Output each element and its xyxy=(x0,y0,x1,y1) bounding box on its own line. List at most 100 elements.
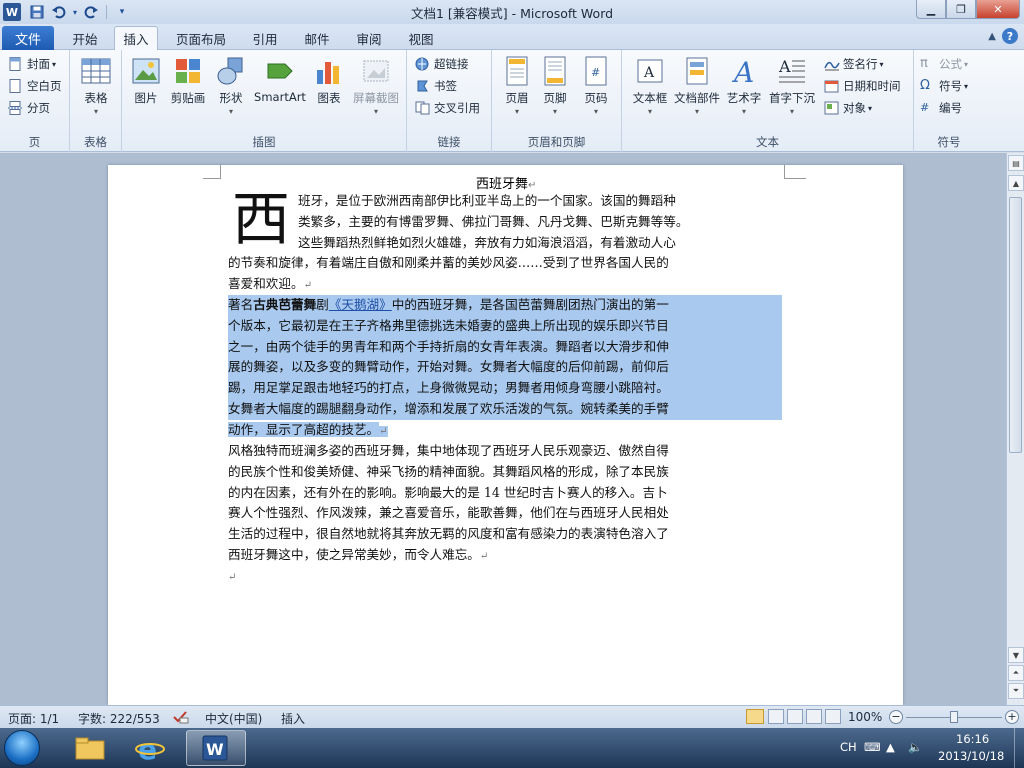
table-button[interactable]: 表格 ▾ xyxy=(78,56,114,116)
previous-page-icon[interactable]: ⏶ xyxy=(1008,665,1024,681)
wordart-icon: A xyxy=(729,56,759,89)
shapes-button[interactable]: 形状 ▾ xyxy=(214,56,248,116)
textbox-button[interactable]: A 文本框 ▾ xyxy=(630,56,670,116)
picture-icon xyxy=(131,56,161,86)
object-button[interactable]: 对象 ▾ xyxy=(824,98,872,118)
chart-icon xyxy=(314,56,344,86)
zoom-in-icon[interactable]: + xyxy=(1005,710,1019,724)
tab-view[interactable]: 视图 xyxy=(400,26,442,50)
volume-icon[interactable]: 🔈 xyxy=(908,740,922,754)
web-layout-view-icon[interactable] xyxy=(787,709,803,724)
equation-button[interactable]: π 公式 ▾ xyxy=(920,54,968,74)
page-break-button[interactable]: 分页 xyxy=(8,98,50,118)
wordart-button[interactable]: A 艺术字 ▾ xyxy=(724,56,764,116)
close-button[interactable]: ✕ xyxy=(976,0,1020,19)
group-symbols: π 公式 ▾ Ω 符号 ▾ # 编号 符号 xyxy=(914,50,984,152)
tab-references[interactable]: 引用 xyxy=(244,26,286,50)
drop-cap-letter[interactable]: 西 xyxy=(232,187,290,251)
header-button[interactable]: 页眉 ▾ xyxy=(500,56,534,116)
empty-paragraph: ↵ xyxy=(228,571,237,583)
cross-reference-button[interactable]: 交叉引用 xyxy=(415,98,480,118)
zoom-out-icon[interactable]: − xyxy=(889,710,903,724)
screenshot-button[interactable]: 屏幕截图 ▾ xyxy=(350,56,402,116)
ruler-toggle-icon[interactable]: ▤ xyxy=(1008,155,1024,171)
scroll-up-icon[interactable]: ▲ xyxy=(1008,175,1024,191)
vertical-scrollbar[interactable]: ▤ ▲ ▼ ⏶ ⏷ xyxy=(1006,153,1024,705)
qat-separator xyxy=(106,5,107,19)
smartart-button[interactable]: SmartArt xyxy=(252,56,308,104)
cover-page-button[interactable]: 封面 ▾ xyxy=(8,54,56,74)
group-label-text: 文本 xyxy=(756,135,779,149)
footer-button[interactable]: 页脚 ▾ xyxy=(538,56,572,116)
zoom-level[interactable]: 100% xyxy=(848,710,882,724)
tab-home[interactable]: 开始 xyxy=(62,26,108,50)
minimize-button[interactable]: ▁ xyxy=(916,0,946,19)
internet-explorer-icon[interactable]: e xyxy=(124,730,176,766)
signature-line-button[interactable]: 签名行 ▾ xyxy=(824,54,884,74)
word-taskbar-icon[interactable]: W xyxy=(186,730,246,766)
clock-time[interactable]: 16:16 xyxy=(956,732,989,746)
document-area: 西班牙舞↵ 西 班牙，是位于欧洲西南部伊比利亚半岛上的一个国家。该国的舞蹈种 类… xyxy=(0,153,1006,705)
page-number-button[interactable]: # 页码 ▾ xyxy=(578,56,614,116)
scroll-thumb[interactable] xyxy=(1009,197,1022,453)
ime-indicator[interactable]: CH xyxy=(840,740,857,754)
scroll-down-icon[interactable]: ▼ xyxy=(1008,647,1024,663)
print-layout-view-icon[interactable] xyxy=(746,709,764,724)
undo-icon[interactable] xyxy=(49,3,69,21)
dropcap-button[interactable]: A 首字下沉 ▾ xyxy=(766,56,818,116)
next-page-icon[interactable]: ⏷ xyxy=(1008,683,1024,699)
bookmark-button[interactable]: 书签 xyxy=(415,76,457,96)
quick-parts-button[interactable]: 文档部件 ▾ xyxy=(672,56,722,116)
full-screen-view-icon[interactable] xyxy=(768,709,784,724)
redo-icon[interactable] xyxy=(81,3,101,21)
swan-lake-link[interactable]: 《天鹅湖》 xyxy=(329,297,392,312)
outline-view-icon[interactable] xyxy=(806,709,822,724)
help-icon[interactable]: ? xyxy=(1002,28,1018,44)
keyboard-icon[interactable]: ⌨ xyxy=(864,740,881,754)
start-button-icon[interactable] xyxy=(4,730,40,766)
save-icon[interactable] xyxy=(27,3,47,21)
text-line: 著名古典芭蕾舞剧《天鹅湖》中的西班牙舞，是各国芭蕾舞剧团热门演出的第一 xyxy=(228,295,782,316)
text-line: 个版本，它最初是在王子齐格弗里德挑选未婚妻的盛典上所出现的娱乐即兴节目 xyxy=(228,315,782,337)
customize-qat-icon[interactable]: ▾ xyxy=(112,3,132,21)
symbol-button[interactable]: Ω 符号 ▾ xyxy=(920,76,968,96)
clock-date[interactable]: 2013/10/18 xyxy=(938,749,1004,763)
tab-page-layout[interactable]: 页面布局 xyxy=(170,26,232,50)
tab-file[interactable]: 文件 xyxy=(2,26,54,50)
minimize-ribbon-icon[interactable]: ▲ xyxy=(988,31,996,42)
calendar-icon xyxy=(824,79,840,93)
chart-button[interactable]: 图表 xyxy=(312,56,346,106)
draft-view-icon[interactable] xyxy=(825,709,841,724)
group-label-illustrations: 插图 xyxy=(252,135,276,149)
word-count-status[interactable]: 字数: 222/553 xyxy=(78,710,160,727)
group-label-links: 链接 xyxy=(437,135,461,149)
zoom-slider-thumb[interactable] xyxy=(950,711,958,723)
insert-mode-status[interactable]: 插入 xyxy=(281,710,305,727)
file-explorer-icon[interactable] xyxy=(64,730,116,766)
svg-text:W: W xyxy=(206,740,224,759)
clipart-button[interactable]: 剪贴画 xyxy=(168,56,208,106)
tab-review[interactable]: 审阅 xyxy=(348,26,390,50)
tab-mailings[interactable]: 邮件 xyxy=(296,26,338,50)
cross-reference-icon xyxy=(415,101,431,115)
picture-button[interactable]: 图片 xyxy=(128,56,164,106)
tab-insert[interactable]: 插入 xyxy=(114,26,158,51)
tray-expand-icon[interactable]: ▲ xyxy=(886,740,895,754)
svg-text:e: e xyxy=(138,733,157,763)
document-page[interactable]: 西班牙舞↵ 西 班牙，是位于欧洲西南部伊比利亚半岛上的一个国家。该国的舞蹈种 类… xyxy=(108,165,903,705)
textbox-icon: A xyxy=(635,56,665,86)
text-line: 生活的过程中，很自然地就将其奔放无羁的风度和富有感染力的表演特色溶入了 xyxy=(228,526,669,542)
word-logo-icon[interactable]: W xyxy=(3,3,21,21)
language-status[interactable]: 中文(中国) xyxy=(205,710,262,727)
date-time-button[interactable]: 日期和时间 xyxy=(824,76,901,96)
blank-page-button[interactable]: 空白页 xyxy=(8,76,62,96)
numbering-button[interactable]: # 编号 xyxy=(920,98,962,118)
show-desktop-button[interactable] xyxy=(1014,728,1024,768)
hyperlink-button[interactable]: 超链接 xyxy=(415,54,469,74)
undo-dropdown-icon[interactable]: ▾ xyxy=(71,3,79,21)
spelling-check-icon[interactable] xyxy=(172,710,190,727)
maximize-button[interactable]: ❐ xyxy=(946,0,976,19)
page-count-status[interactable]: 页面: 1/1 xyxy=(8,710,59,727)
group-label-tables: 表格 xyxy=(84,135,107,149)
group-header-footer: 页眉 ▾ 页脚 ▾ # 页码 ▾ 页眉和页脚 xyxy=(492,50,622,152)
